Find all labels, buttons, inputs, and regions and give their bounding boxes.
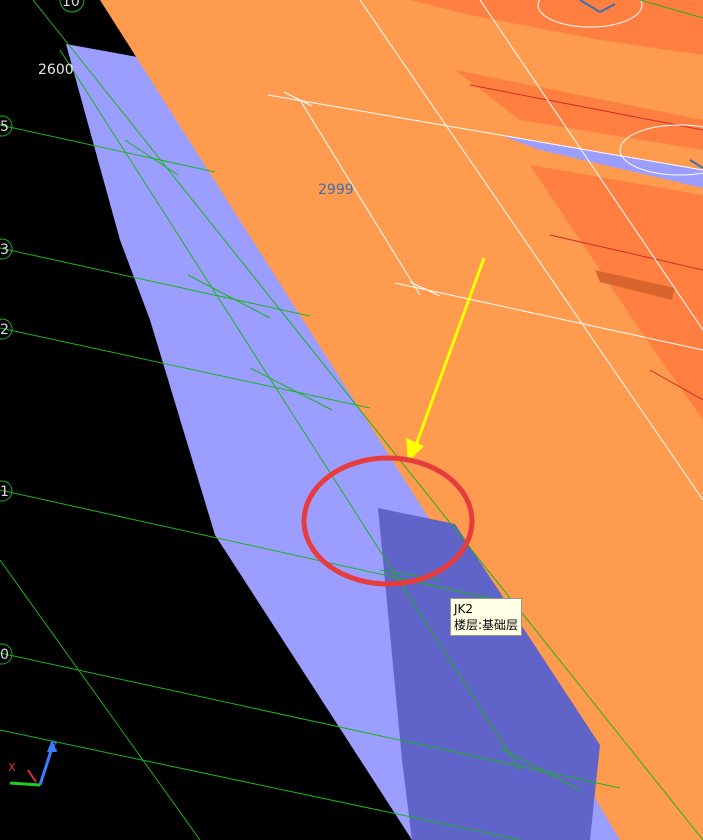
axis-label: 2 <box>0 322 9 338</box>
dimension-label: 2600 <box>38 62 74 78</box>
z-axis-label: Z <box>50 740 58 753</box>
axis-label: 1 <box>0 484 9 500</box>
axis-label: 3 <box>0 242 9 258</box>
axis-label: 0 <box>0 647 9 663</box>
axis-label: 10 <box>62 0 80 10</box>
axis-label: 5 <box>0 119 9 135</box>
dimension-label: 2999 <box>318 182 354 198</box>
element-tooltip: JK2 楼层:基础层 <box>450 598 523 636</box>
tooltip-floor: 楼层:基础层 <box>454 618 519 632</box>
tooltip-element-name: JK2 <box>454 602 474 616</box>
3d-viewport[interactable]: 10 5 3 2 1 0 2600 2999 Z X <box>0 0 703 840</box>
x-axis-label: X <box>8 761 16 774</box>
